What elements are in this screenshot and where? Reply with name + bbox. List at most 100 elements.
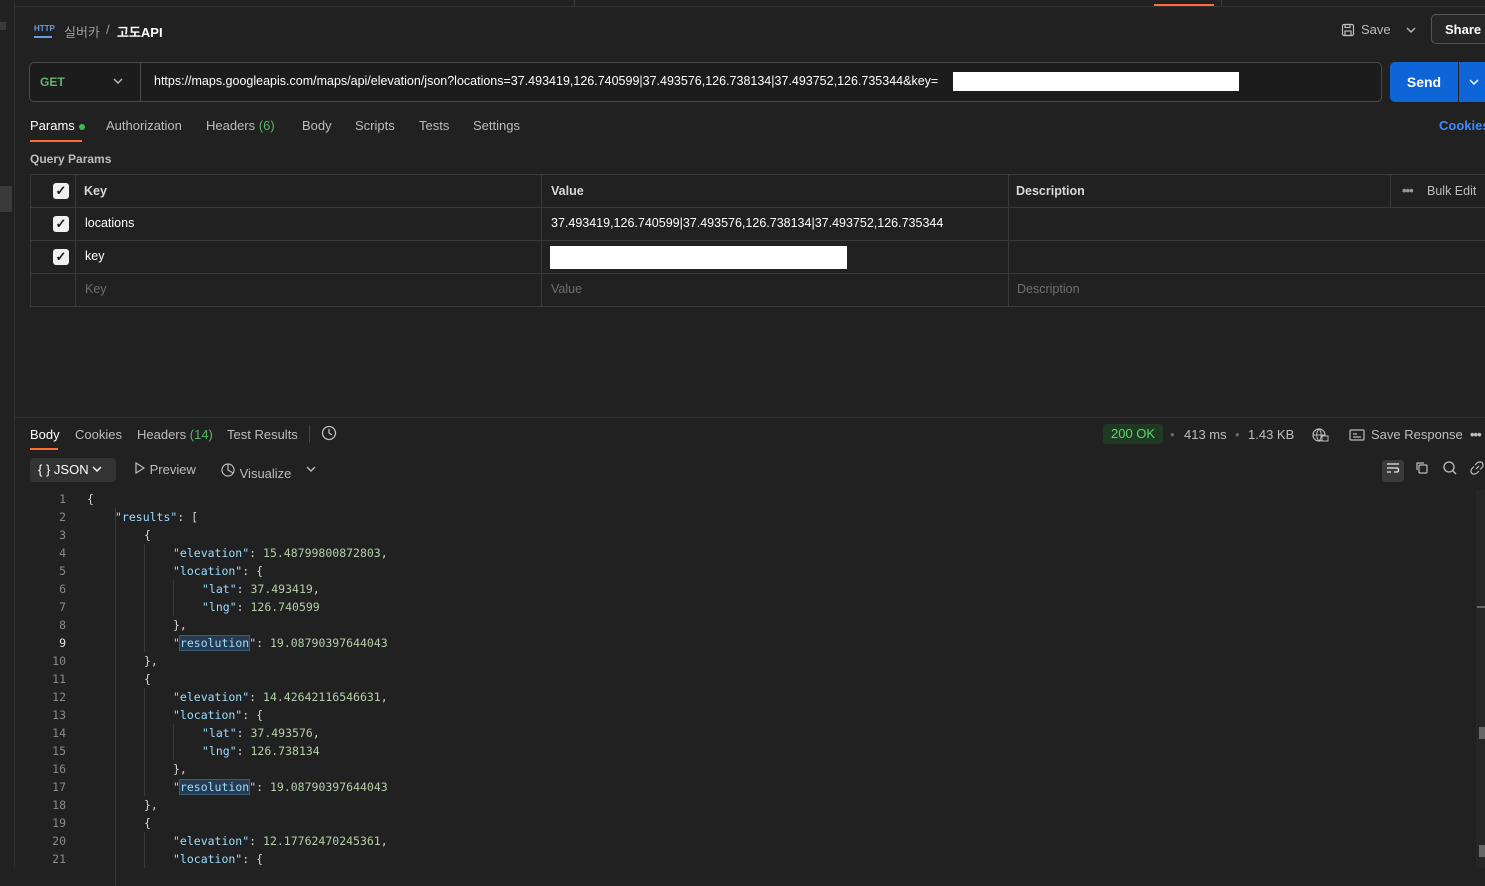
param-key-locations[interactable]: locations: [85, 216, 134, 230]
scroll-marker: [1477, 606, 1485, 608]
send-button[interactable]: Send: [1390, 62, 1458, 102]
tab-authorization[interactable]: Authorization: [106, 118, 182, 133]
link-icon[interactable]: [1466, 460, 1485, 482]
json-quote: ": [173, 636, 180, 650]
param-value-key-redacted[interactable]: [550, 246, 847, 269]
code-line: "lng": 126.738134: [202, 744, 320, 758]
network-icon[interactable]: [1311, 427, 1329, 446]
vertical-scrollbar[interactable]: [1476, 490, 1485, 868]
response-time[interactable]: 413 ms: [1184, 427, 1227, 442]
line-number: 6: [59, 582, 66, 596]
more-options-icon[interactable]: •••: [1402, 183, 1414, 198]
visualize-button[interactable]: Visualize: [220, 462, 291, 481]
method-select[interactable]: GET: [40, 75, 65, 89]
code-line: "elevation": 15.48799800872803,: [173, 546, 388, 560]
response-tab-test-results[interactable]: Test Results: [227, 427, 298, 442]
line-number: 20: [52, 834, 66, 848]
response-tab-headers[interactable]: Headers (14): [137, 427, 213, 442]
line-number: 16: [52, 762, 66, 776]
highlighted-match: resolution: [178, 779, 251, 795]
save-icon: [1341, 23, 1355, 36]
line-number: 7: [59, 600, 66, 614]
response-tab-body[interactable]: Body: [30, 427, 60, 442]
json-key: "location": [173, 852, 243, 866]
line-number: 14: [52, 726, 66, 740]
preview-label: Preview: [149, 462, 196, 477]
table-divider: [30, 207, 1485, 208]
code-line: },: [173, 618, 187, 632]
json-quote: ": [249, 636, 257, 650]
code-line: },: [173, 762, 187, 776]
tab-tests[interactable]: Tests: [419, 118, 449, 133]
send-options-chevron-icon[interactable]: [1459, 62, 1485, 102]
tab-headers-label: Headers: [206, 118, 256, 133]
line-number: 13: [52, 708, 66, 722]
highlighted-match: resolution: [178, 635, 251, 651]
line-number: 15: [52, 744, 66, 758]
code-line: "location": {: [173, 850, 263, 868]
active-tab-indicator: [1154, 4, 1214, 6]
status-badge[interactable]: 200 OK: [1103, 424, 1164, 444]
indent-guide: [173, 724, 174, 760]
indent-guide: [115, 508, 116, 886]
response-tab-separator: [309, 425, 310, 443]
save-response-button[interactable]: Save Response: [1349, 427, 1463, 442]
share-button[interactable]: Share: [1431, 14, 1485, 44]
breadcrumb-parent[interactable]: 실버카: [64, 22, 100, 41]
tab-params[interactable]: Params: [30, 118, 85, 133]
response-headers-count: (14): [189, 427, 213, 442]
rail-selection: [0, 186, 12, 212]
new-param-description-placeholder[interactable]: Description: [1017, 282, 1080, 296]
save-options-chevron-icon[interactable]: [1404, 20, 1418, 43]
cookies-link[interactable]: Cookies: [1439, 118, 1485, 133]
tab-settings[interactable]: Settings: [473, 118, 520, 133]
line-number: 21: [52, 852, 66, 866]
code-line: "lat": 37.493576,: [202, 726, 320, 740]
line-number: 9: [59, 636, 66, 650]
save-response-label: Save Response: [1371, 427, 1463, 442]
tab-divider: [1221, 0, 1222, 6]
save-button[interactable]: Save: [1341, 22, 1391, 37]
request-name[interactable]: 고도API: [117, 22, 163, 41]
code-line: "lng": 126.740599: [202, 600, 320, 614]
code-line: "location": {: [173, 562, 263, 580]
visualize-chevron-icon[interactable]: [305, 461, 317, 480]
json-key: "location": [173, 708, 243, 722]
new-param-value-placeholder[interactable]: Value: [551, 282, 582, 296]
response-tab-cookies[interactable]: Cookies: [75, 427, 122, 442]
tab-headers[interactable]: Headers (6): [206, 118, 275, 133]
rail-marker: [0, 22, 6, 30]
code-line: "location": {: [173, 706, 263, 724]
save-label: Save: [1361, 22, 1391, 37]
preview-button[interactable]: Preview: [134, 461, 196, 477]
code-line: },: [144, 654, 158, 668]
tab-scripts[interactable]: Scripts: [355, 118, 395, 133]
json-key: "lng": [202, 744, 237, 758]
params-active-dot: [78, 123, 85, 130]
chevron-down-icon[interactable]: [112, 73, 124, 92]
column-divider: [75, 174, 76, 307]
bulk-edit-button[interactable]: Bulk Edit: [1427, 184, 1476, 198]
param-key-key[interactable]: key: [85, 249, 104, 263]
indent-guide: [173, 580, 174, 616]
copy-icon[interactable]: [1411, 460, 1433, 482]
select-all-checkbox[interactable]: ✓: [53, 183, 69, 199]
tab-body[interactable]: Body: [302, 118, 332, 133]
query-params-title: Query Params: [30, 152, 112, 166]
param-checkbox-key[interactable]: ✓: [53, 249, 69, 265]
search-icon[interactable]: [1439, 460, 1461, 482]
line-number: 1: [59, 492, 66, 506]
param-checkbox-locations[interactable]: ✓: [53, 216, 69, 232]
new-param-key-placeholder[interactable]: Key: [85, 282, 107, 296]
format-select[interactable]: { } JSON: [30, 458, 116, 482]
format-label: JSON: [53, 462, 89, 477]
more-options-icon[interactable]: •••: [1470, 427, 1482, 442]
history-icon[interactable]: [320, 424, 338, 445]
chevron-down-icon: [92, 466, 102, 472]
response-size[interactable]: 1.43 KB: [1248, 427, 1294, 442]
wrap-lines-icon[interactable]: [1382, 460, 1404, 482]
param-value-locations[interactable]: 37.493419,126.740599|37.493576,126.73813…: [551, 216, 943, 230]
url-input[interactable]: https://maps.googleapis.com/maps/api/ele…: [154, 74, 938, 88]
redacted-key: [953, 72, 1239, 91]
table-divider: [30, 273, 1485, 274]
